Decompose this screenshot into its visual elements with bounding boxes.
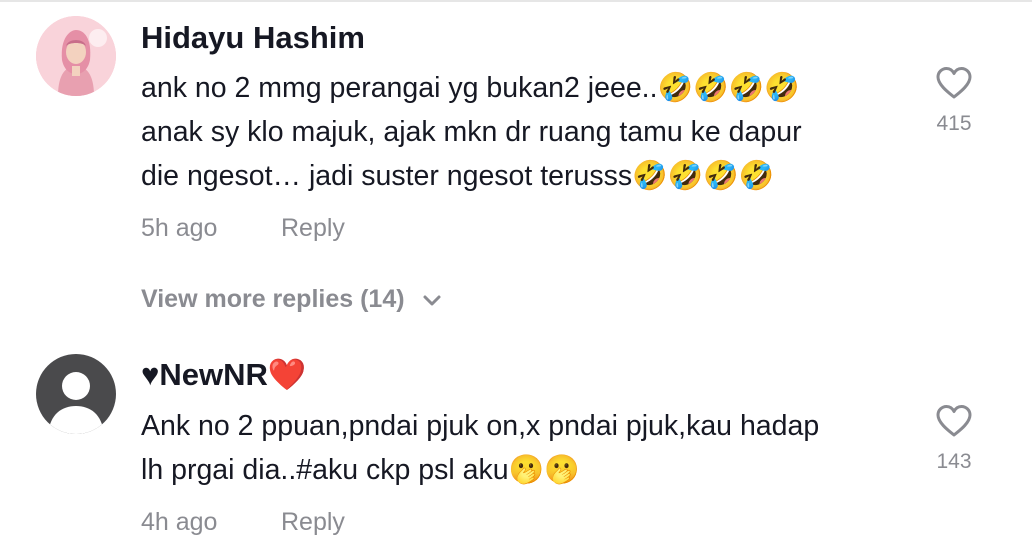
comment-text: Ank no 2 ppuan,pndai pjuk on,x pndai pju…	[141, 404, 911, 492]
view-more-replies-button[interactable]: View more replies (14)	[141, 285, 442, 315]
comment-meta: 5h ago Reply	[141, 214, 345, 243]
comment-meta: 4h ago Reply	[141, 508, 345, 537]
reply-button[interactable]: Reply	[281, 508, 345, 537]
comment-username[interactable]: ♥NewNR❤️	[141, 356, 307, 393]
like-count: 415	[936, 112, 972, 135]
person-silhouette-icon	[36, 354, 116, 434]
heart-outline-icon	[924, 66, 984, 100]
comment-line: die ngesot… jadi suster ngesot terusss🤣🤣…	[141, 160, 775, 192]
avatar[interactable]	[36, 16, 116, 96]
chevron-down-icon	[422, 286, 442, 315]
comment-text: ank no 2 mmg perangai yg bukan2 jeee..🤣🤣…	[141, 66, 911, 198]
like-count: 143	[936, 450, 972, 473]
comment-item: ♥NewNR❤️ Ank no 2 ppuan,pndai pjuk on,x …	[0, 340, 1032, 556]
comment-line: Ank no 2 ppuan,pndai pjuk on,x pndai pju…	[141, 410, 820, 442]
comment-line: lh prgai dia..#aku ckp psl aku🫢🫢	[141, 454, 580, 486]
comment-timestamp: 4h ago	[141, 508, 218, 536]
view-more-replies-label: View more replies (14)	[141, 285, 405, 313]
avatar[interactable]	[36, 354, 116, 434]
reply-button[interactable]: Reply	[281, 214, 345, 243]
heart-outline-icon	[924, 404, 984, 438]
like-button[interactable]: 143	[924, 404, 984, 474]
user-photo-avatar	[36, 16, 116, 96]
comment-line: ank no 2 mmg perangai yg bukan2 jeee..🤣🤣…	[141, 72, 800, 104]
comment-timestamp: 5h ago	[141, 214, 218, 242]
comment-item: Hidayu Hashim ank no 2 mmg perangai yg b…	[0, 0, 1032, 340]
like-button[interactable]: 415	[924, 66, 984, 136]
comment-line: anak sy klo majuk, ajak mkn dr ruang tam…	[141, 116, 802, 148]
comment-username[interactable]: Hidayu Hashim	[141, 20, 365, 56]
